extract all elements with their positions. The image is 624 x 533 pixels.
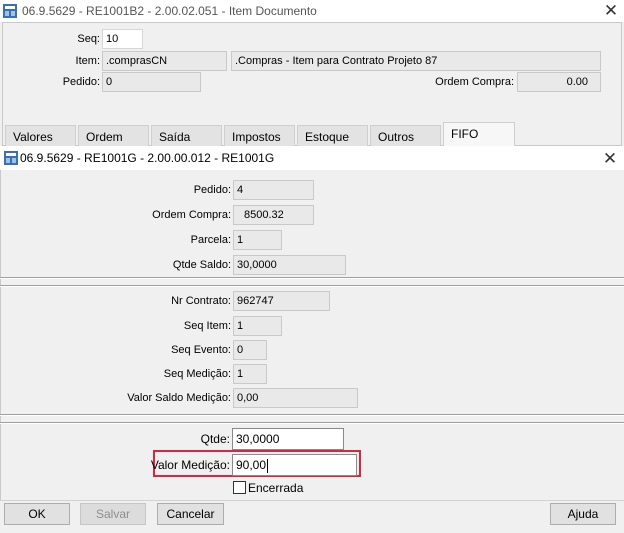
parcela-field: 1 — [233, 230, 282, 250]
pedido-label: Pedido: — [193, 184, 231, 196]
encerrada-checkbox[interactable] — [233, 481, 246, 494]
seq-medicao-label: Seq Medição: — [163, 368, 231, 380]
dialog-close-icon[interactable]: ✕ — [600, 150, 620, 167]
pedido-label-back: Pedido: — [62, 76, 100, 88]
ok-button[interactable]: OK — [4, 503, 70, 525]
seq-evento-label: Seq Evento: — [171, 344, 231, 356]
seq-item-label: Seq Item: — [183, 320, 231, 332]
nr-contrato-label: Nr Contrato: — [171, 295, 231, 307]
seq-field: 10 — [102, 29, 143, 49]
outer-close-icon[interactable]: ✕ — [601, 2, 621, 19]
seq-medicao-field: 1 — [233, 364, 267, 384]
pedido-field-back: 0 — [102, 72, 201, 92]
salvar-button[interactable]: Salvar — [80, 503, 146, 525]
nr-contrato-field: 962747 — [233, 291, 330, 311]
valor-saldo-medicao-field: 0,00 — [233, 388, 358, 408]
qtde-input[interactable]: 30,0000 — [232, 428, 344, 450]
seq-evento-field: 0 — [233, 340, 267, 360]
seq-item-field: 1 — [233, 316, 282, 336]
outer-window-title: 06.9.5629 - RE1001B2 - 2.00.02.051 - Ite… — [22, 4, 317, 18]
section-divider-2 — [0, 285, 624, 287]
qtde-saldo-field: 30,0000 — [233, 255, 346, 275]
valor-medicao-label: Valor Medição: — [150, 458, 230, 472]
item-code-field: .comprasCN — [102, 51, 227, 71]
section-divider-1 — [0, 277, 624, 279]
seq-label: Seq: — [77, 33, 100, 45]
dialog-title: 06.9.5629 - RE1001G - 2.00.00.012 - RE10… — [20, 151, 275, 165]
section-divider-4 — [0, 422, 624, 424]
valor-medicao-value: 90,00 — [236, 458, 267, 472]
parcela-label: Parcela: — [190, 234, 231, 246]
ordem-compra-field: 8500.32 — [233, 205, 314, 225]
text-cursor — [267, 458, 269, 473]
cancelar-button[interactable]: Cancelar — [157, 503, 224, 525]
app-icon — [2, 3, 18, 19]
item-description-field: .Compras - Item para Contrato Projeto 87 — [231, 51, 601, 71]
section-divider-3 — [0, 414, 624, 416]
qtde-saldo-label: Qtde Saldo: — [172, 259, 231, 271]
item-label: Item: — [75, 55, 100, 67]
ajuda-button[interactable]: Ajuda — [550, 503, 616, 525]
ordem-compra-label: Ordem Compra: — [152, 209, 231, 221]
ordem-compra-field-back: 0.00 — [517, 72, 601, 92]
encerrada-label: Encerrada — [248, 481, 304, 495]
qtde-label: Qtde: — [200, 432, 230, 446]
pedido-field: 4 — [233, 180, 314, 200]
valor-saldo-medicao-label: Valor Saldo Medição: — [127, 392, 231, 404]
valor-medicao-input[interactable]: 90,00 — [232, 454, 357, 476]
tab-fifo[interactable]: FIFO — [443, 122, 515, 148]
dialog-app-icon — [3, 150, 19, 166]
ordem-compra-label-back: Ordem Compra: — [435, 76, 514, 88]
